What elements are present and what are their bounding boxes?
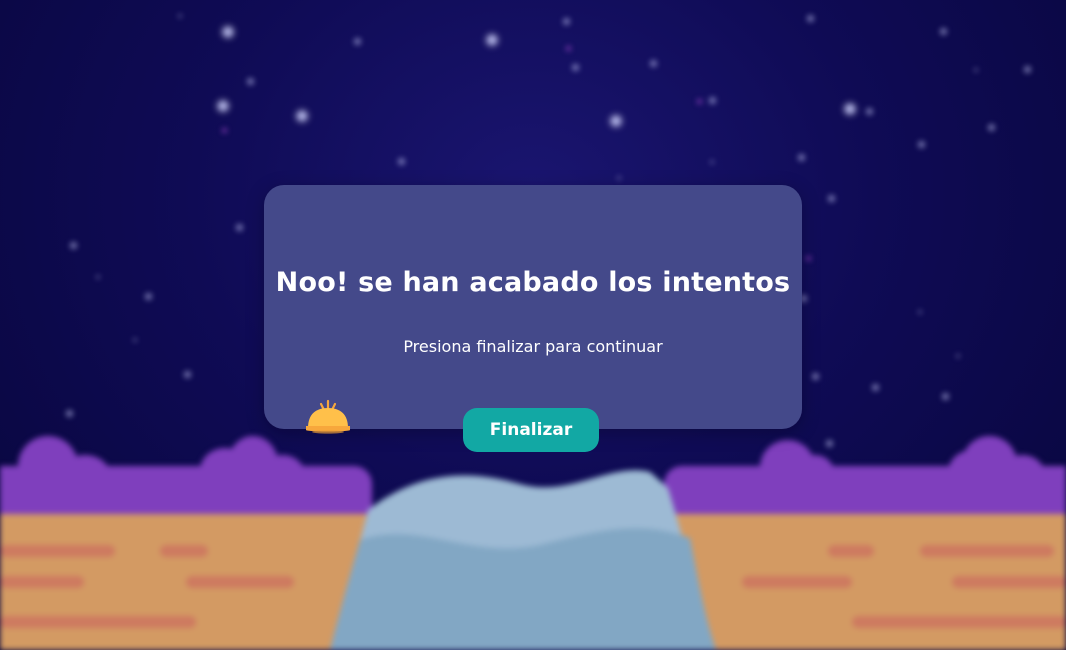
finish-button[interactable]: Finalizar <box>463 408 599 452</box>
dialog-title: Noo! se han acabado los intentos <box>275 267 791 298</box>
game-screen: Noo! se han acabado los intentos Presion… <box>0 0 1066 650</box>
game-over-dialog: Noo! se han acabado los intentos Presion… <box>264 185 802 429</box>
chick-icon <box>306 399 350 434</box>
dialog-subtitle: Presiona finalizar para continuar <box>403 337 663 356</box>
